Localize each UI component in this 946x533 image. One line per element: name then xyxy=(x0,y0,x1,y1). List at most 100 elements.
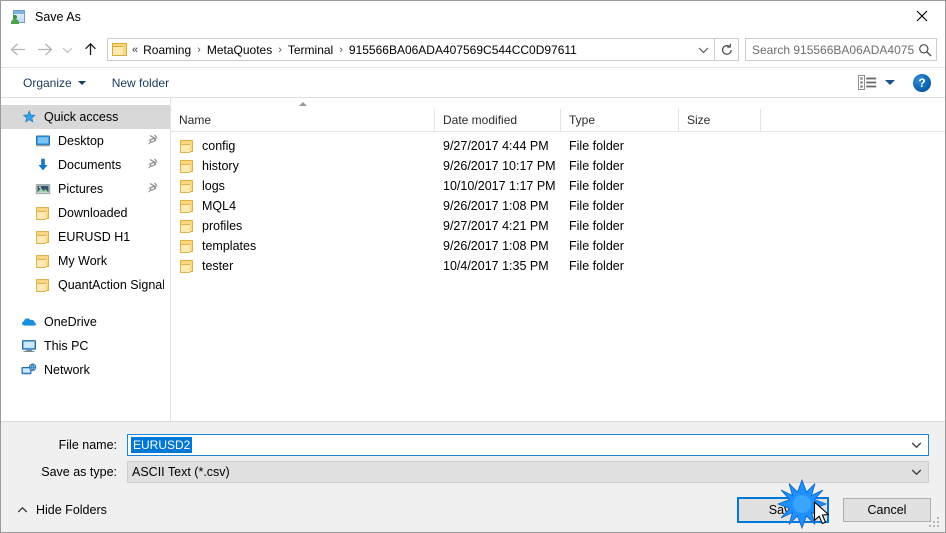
save-button-label: Save xyxy=(768,503,798,517)
organize-button[interactable]: Organize xyxy=(17,71,92,95)
save-as-type-value: ASCII Text (*.csv) xyxy=(132,465,230,479)
close-button[interactable] xyxy=(899,1,945,31)
forward-button[interactable] xyxy=(31,37,57,63)
help-button[interactable]: ? xyxy=(913,73,931,92)
table-row[interactable]: MQL4 9/26/2017 1:08 PM File folder xyxy=(171,196,945,216)
sidebar-item-label: This PC xyxy=(44,339,89,353)
breadcrumb-folder-icon xyxy=(112,43,127,56)
refresh-button[interactable] xyxy=(715,38,739,61)
sidebar-item-label: Desktop xyxy=(58,134,104,148)
folder-icon xyxy=(179,258,195,274)
chevron-down-icon xyxy=(911,442,921,449)
desktop-icon xyxy=(35,133,51,149)
view-options-button[interactable] xyxy=(858,75,877,90)
navigation-bar: « Roaming › MetaQuotes › Terminal › 9155… xyxy=(1,32,945,68)
hide-folders-button[interactable]: Hide Folders xyxy=(17,503,107,517)
address-dropdown-button[interactable] xyxy=(692,39,714,60)
sidebar-item-onedrive[interactable]: OneDrive xyxy=(1,310,170,334)
table-row[interactable]: config 9/27/2017 4:44 PM File folder xyxy=(171,136,945,156)
save-button[interactable]: Save xyxy=(737,497,829,523)
sidebar-item-label: OneDrive xyxy=(44,315,97,329)
view-options-icon xyxy=(858,75,877,90)
chevron-down-icon xyxy=(698,47,708,53)
column-header-name[interactable]: Name xyxy=(171,108,435,132)
dialog-body: Quick access Desktop Documents Pictures … xyxy=(1,98,945,422)
sidebar-item-pictures[interactable]: Pictures xyxy=(1,177,170,201)
pin-icon[interactable] xyxy=(148,134,158,148)
breadcrumb-segment-terminal-id[interactable]: 915566BA06ADA407569C544CC0D97611 xyxy=(348,43,578,57)
sidebar-item-label: My Work xyxy=(58,254,108,268)
breadcrumb-segment-roaming[interactable]: Roaming xyxy=(142,43,192,57)
search-input[interactable]: Search 915566BA06ADA40756... xyxy=(745,38,937,61)
sidebar-item-desktop[interactable]: Desktop xyxy=(1,129,170,153)
cancel-button[interactable]: Cancel xyxy=(843,498,931,522)
table-row[interactable]: tester 10/4/2017 1:35 PM File folder xyxy=(171,256,945,276)
sidebar-item-downloaded[interactable]: Downloaded xyxy=(1,201,170,225)
sidebar-item-quantaction-signal[interactable]: QuantAction Signal xyxy=(1,273,170,297)
file-name-row: File name: EURUSD2 xyxy=(17,434,929,456)
table-row[interactable]: templates 9/26/2017 1:08 PM File folder xyxy=(171,236,945,256)
table-row[interactable]: logs 10/10/2017 1:17 PM File folder xyxy=(171,176,945,196)
back-button[interactable] xyxy=(5,37,31,63)
breadcrumb-separator-icon[interactable]: › xyxy=(334,44,348,56)
sidebar-item-my-work[interactable]: My Work xyxy=(1,249,170,273)
sidebar-item-label: EURUSD H1 xyxy=(58,230,131,244)
network-icon xyxy=(21,362,37,378)
file-name-text: logs xyxy=(202,179,225,193)
column-header-date-modified[interactable]: Date modified xyxy=(435,108,561,132)
save-as-type-select[interactable]: ASCII Text (*.csv) xyxy=(127,461,929,483)
sidebar-item-quick-access[interactable]: Quick access xyxy=(1,105,170,129)
sidebar-item-eurusd-h1[interactable]: EURUSD H1 xyxy=(1,225,170,249)
up-button[interactable] xyxy=(77,37,103,63)
pin-icon[interactable] xyxy=(148,158,158,172)
column-header-size[interactable]: Size xyxy=(679,108,761,132)
file-type-cell: File folder xyxy=(569,239,624,253)
sidebar-item-network[interactable]: Network xyxy=(1,358,170,382)
file-type-cell: File folder xyxy=(569,259,624,273)
breadcrumb-separator-icon[interactable]: › xyxy=(192,44,206,56)
sidebar-item-this-pc[interactable]: This PC xyxy=(1,334,170,358)
sidebar-item-label: Quick access xyxy=(44,110,119,124)
table-row[interactable]: profiles 9/27/2017 4:21 PM File folder xyxy=(171,216,945,236)
address-bar[interactable]: « Roaming › MetaQuotes › Terminal › 9155… xyxy=(107,38,715,61)
file-name-text: MQL4 xyxy=(202,199,237,213)
table-row[interactable]: history 9/26/2017 10:17 PM File folder xyxy=(171,156,945,176)
breadcrumb-segment-terminal[interactable]: Terminal xyxy=(287,43,334,57)
chevron-down-icon xyxy=(911,469,921,476)
breadcrumb-separator-icon[interactable]: › xyxy=(273,44,287,56)
save-form: File name: EURUSD2 Save as type: ASCII T… xyxy=(1,422,945,488)
file-type-cell: File folder xyxy=(569,159,624,173)
file-name-dropdown-button[interactable] xyxy=(904,441,928,449)
file-name-cell: history xyxy=(171,158,435,174)
save-as-type-dropdown-button[interactable] xyxy=(904,468,928,476)
file-name-input[interactable]: EURUSD2 xyxy=(127,434,929,456)
command-toolbar: Organize New folder ? xyxy=(1,68,945,98)
file-type-cell: File folder xyxy=(569,219,624,233)
documents-icon xyxy=(35,157,51,173)
folder-icon xyxy=(179,178,195,194)
pin-icon[interactable] xyxy=(148,182,158,196)
file-name-cell: templates xyxy=(171,238,435,254)
breadcrumb-segment-metaquotes[interactable]: MetaQuotes xyxy=(206,43,273,57)
navigation-pane[interactable]: Quick access Desktop Documents Pictures … xyxy=(1,98,171,421)
sidebar-item-label: Pictures xyxy=(58,182,104,196)
close-icon xyxy=(916,10,928,22)
search-icon[interactable] xyxy=(914,43,936,57)
sidebar-item-documents[interactable]: Documents xyxy=(1,153,170,177)
file-name-cell: MQL4 xyxy=(171,198,435,214)
file-date-cell: 9/27/2017 4:21 PM xyxy=(443,219,549,233)
hide-folders-label: Hide Folders xyxy=(36,503,107,517)
column-header-type[interactable]: Type xyxy=(561,108,679,132)
forward-arrow-icon xyxy=(37,43,52,56)
folder-icon xyxy=(179,138,195,154)
breadcrumb: « Roaming › MetaQuotes › Terminal › 9155… xyxy=(108,43,692,57)
folder-icon xyxy=(179,238,195,254)
breadcrumb-overflow[interactable]: « xyxy=(131,44,142,56)
file-name-text: profiles xyxy=(202,219,243,233)
resize-grip[interactable] xyxy=(929,517,941,529)
recent-locations-button[interactable] xyxy=(57,37,77,63)
view-options-chevron-icon[interactable] xyxy=(885,80,895,85)
new-folder-button[interactable]: New folder xyxy=(106,71,175,95)
file-name-text: history xyxy=(202,159,239,173)
